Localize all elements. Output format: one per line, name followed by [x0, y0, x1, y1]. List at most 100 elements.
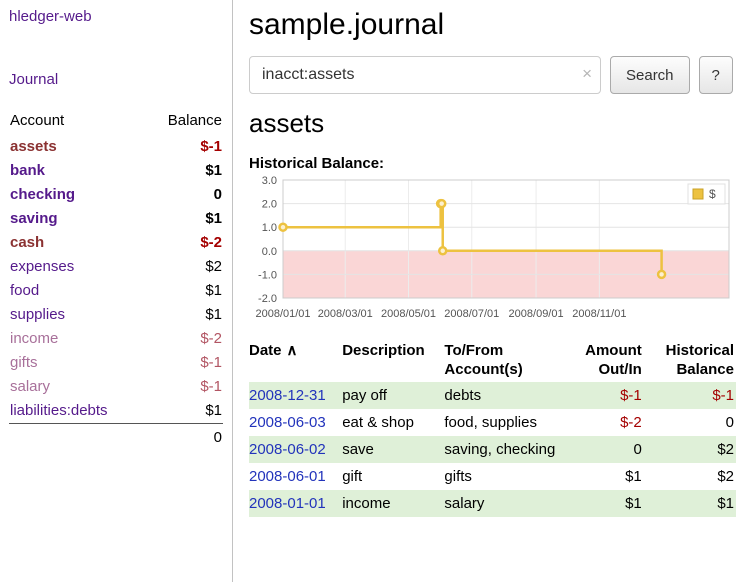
search-field-wrapper: × — [249, 56, 601, 94]
account-link-gifts[interactable]: gifts — [10, 354, 38, 371]
account-row: assets $-1 — [9, 135, 223, 159]
search-form: × Search ? — [249, 56, 736, 94]
transaction-balance: $2 — [644, 463, 736, 490]
account-row: expenses $2 — [9, 255, 223, 279]
transaction-row: 2008-06-01 gift gifts $1 $2 — [249, 463, 736, 490]
historical-balance-chart: 2008/01/01 2008/03/01 2008/05/01 2008/07/01… — [249, 176, 736, 326]
svg-text:0.0: 0.0 — [262, 246, 277, 258]
svg-text:2008/05/01: 2008/05/01 — [381, 308, 436, 320]
transaction-balance: $-1 — [644, 382, 736, 409]
account-row: gifts $-1 — [9, 351, 223, 375]
transaction-amount: 0 — [562, 436, 644, 463]
account-link-checking[interactable]: checking — [10, 186, 75, 203]
accounts-header-balance: Balance — [146, 108, 223, 135]
svg-text:3.0: 3.0 — [262, 176, 277, 187]
account-link-liabilities-debts[interactable]: liabilities:debts — [10, 402, 108, 419]
register-table: Date∧ Description To/From Account(s) Amo… — [249, 338, 736, 517]
account-balance: $1 — [146, 207, 223, 231]
transaction-balance: 0 — [644, 409, 736, 436]
page-title: sample.journal — [249, 8, 736, 42]
register-header-row: Date∧ Description To/From Account(s) Amo… — [249, 338, 736, 382]
account-balance: $-2 — [146, 327, 223, 351]
register-header-date[interactable]: Date∧ — [249, 338, 342, 382]
transaction-accounts: gifts — [444, 463, 561, 490]
account-balance: $2 — [146, 255, 223, 279]
register-header-description: Description — [342, 338, 444, 382]
register-header-accounts: To/From Account(s) — [444, 338, 561, 382]
transaction-balance: $2 — [644, 436, 736, 463]
transaction-description: save — [342, 436, 444, 463]
account-row: checking 0 — [9, 183, 223, 207]
account-link-expenses[interactable]: expenses — [10, 258, 74, 275]
account-balance: $1 — [146, 159, 223, 183]
chart-title: Historical Balance: — [249, 155, 736, 172]
svg-text:-1.0: -1.0 — [258, 269, 277, 281]
transaction-date-link[interactable]: 2008-06-03 — [249, 414, 326, 431]
journal-link[interactable]: Journal — [9, 71, 223, 88]
account-row: liabilities:debts $1 — [9, 399, 223, 424]
account-row: cash $-2 — [9, 231, 223, 255]
transaction-row: 2008-06-03 eat & shop food, supplies $-2… — [249, 409, 736, 436]
app-title-link[interactable]: hledger-web — [9, 8, 223, 25]
sidebar: hledger-web Journal Account Balance asse… — [0, 0, 233, 582]
register-header-balance: Historical Balance — [644, 338, 736, 382]
account-link-cash[interactable]: cash — [10, 234, 44, 251]
account-balance: $-1 — [146, 351, 223, 375]
help-button[interactable]: ? — [699, 56, 733, 94]
transaction-description: eat & shop — [342, 409, 444, 436]
account-row: salary $-1 — [9, 375, 223, 399]
clear-search-icon[interactable]: × — [582, 64, 592, 84]
transaction-accounts: saving, checking — [444, 436, 561, 463]
account-row: food $1 — [9, 279, 223, 303]
transaction-date-link[interactable]: 2008-06-01 — [249, 468, 326, 485]
svg-text:1.0: 1.0 — [262, 222, 277, 234]
transaction-date-link[interactable]: 2008-06-02 — [249, 441, 326, 458]
account-link-supplies[interactable]: supplies — [10, 306, 65, 323]
hledger-web-app: hledger-web Journal Account Balance asse… — [0, 0, 742, 582]
svg-text:2008/07/01: 2008/07/01 — [444, 308, 499, 320]
account-balance: $1 — [146, 399, 223, 424]
svg-text:$: $ — [709, 187, 716, 201]
svg-text:-2.0: -2.0 — [258, 293, 277, 305]
account-row: supplies $1 — [9, 303, 223, 327]
account-link-food[interactable]: food — [10, 282, 39, 299]
transaction-accounts: salary — [444, 490, 561, 517]
account-balance: 0 — [146, 183, 223, 207]
account-balance: $1 — [146, 279, 223, 303]
transaction-date-link[interactable]: 2008-12-31 — [249, 387, 326, 404]
accounts-table: Account Balance assets $-1 bank $1 check… — [9, 108, 223, 450]
transaction-amount: $1 — [562, 463, 644, 490]
account-link-income[interactable]: income — [10, 330, 58, 347]
search-input[interactable] — [249, 56, 601, 94]
search-button[interactable]: Search — [610, 56, 690, 94]
accounts-header-row: Account Balance — [9, 108, 223, 135]
account-balance: $1 — [146, 303, 223, 327]
account-link-bank[interactable]: bank — [10, 162, 45, 179]
transaction-date-link[interactable]: 2008-01-01 — [249, 495, 326, 512]
svg-text:2.0: 2.0 — [262, 199, 277, 211]
svg-text:2008/01/01: 2008/01/01 — [255, 308, 310, 320]
chart-svg: 2008/01/01 2008/03/01 2008/05/01 2008/07/01… — [249, 176, 735, 326]
transaction-description: income — [342, 490, 444, 517]
register-header-amount: Amount Out/In — [562, 338, 644, 382]
transaction-amount: $1 — [562, 490, 644, 517]
account-row: bank $1 — [9, 159, 223, 183]
accounts-total-row: 0 — [9, 424, 223, 451]
svg-text:2008/03/01: 2008/03/01 — [318, 308, 373, 320]
account-link-salary[interactable]: salary — [10, 378, 50, 395]
account-link-saving[interactable]: saving — [10, 210, 58, 227]
transaction-row: 2008-06-02 save saving, checking 0 $2 — [249, 436, 736, 463]
svg-text:2008/09/01: 2008/09/01 — [509, 308, 564, 320]
account-heading: assets — [249, 108, 736, 139]
svg-text:2008/11/01: 2008/11/01 — [572, 308, 626, 320]
sort-ascending-icon: ∧ — [287, 342, 298, 359]
main-content: sample.journal × Search ? assets Histori… — [233, 0, 742, 582]
transaction-description: pay off — [342, 382, 444, 409]
transaction-amount: $-2 — [562, 409, 644, 436]
account-row: income $-2 — [9, 327, 223, 351]
account-balance: $-2 — [146, 231, 223, 255]
transaction-row: 2008-01-01 income salary $1 $1 — [249, 490, 736, 517]
transaction-row: 2008-12-31 pay off debts $-1 $-1 — [249, 382, 736, 409]
account-link-assets[interactable]: assets — [10, 138, 57, 155]
transaction-balance: $1 — [644, 490, 736, 517]
